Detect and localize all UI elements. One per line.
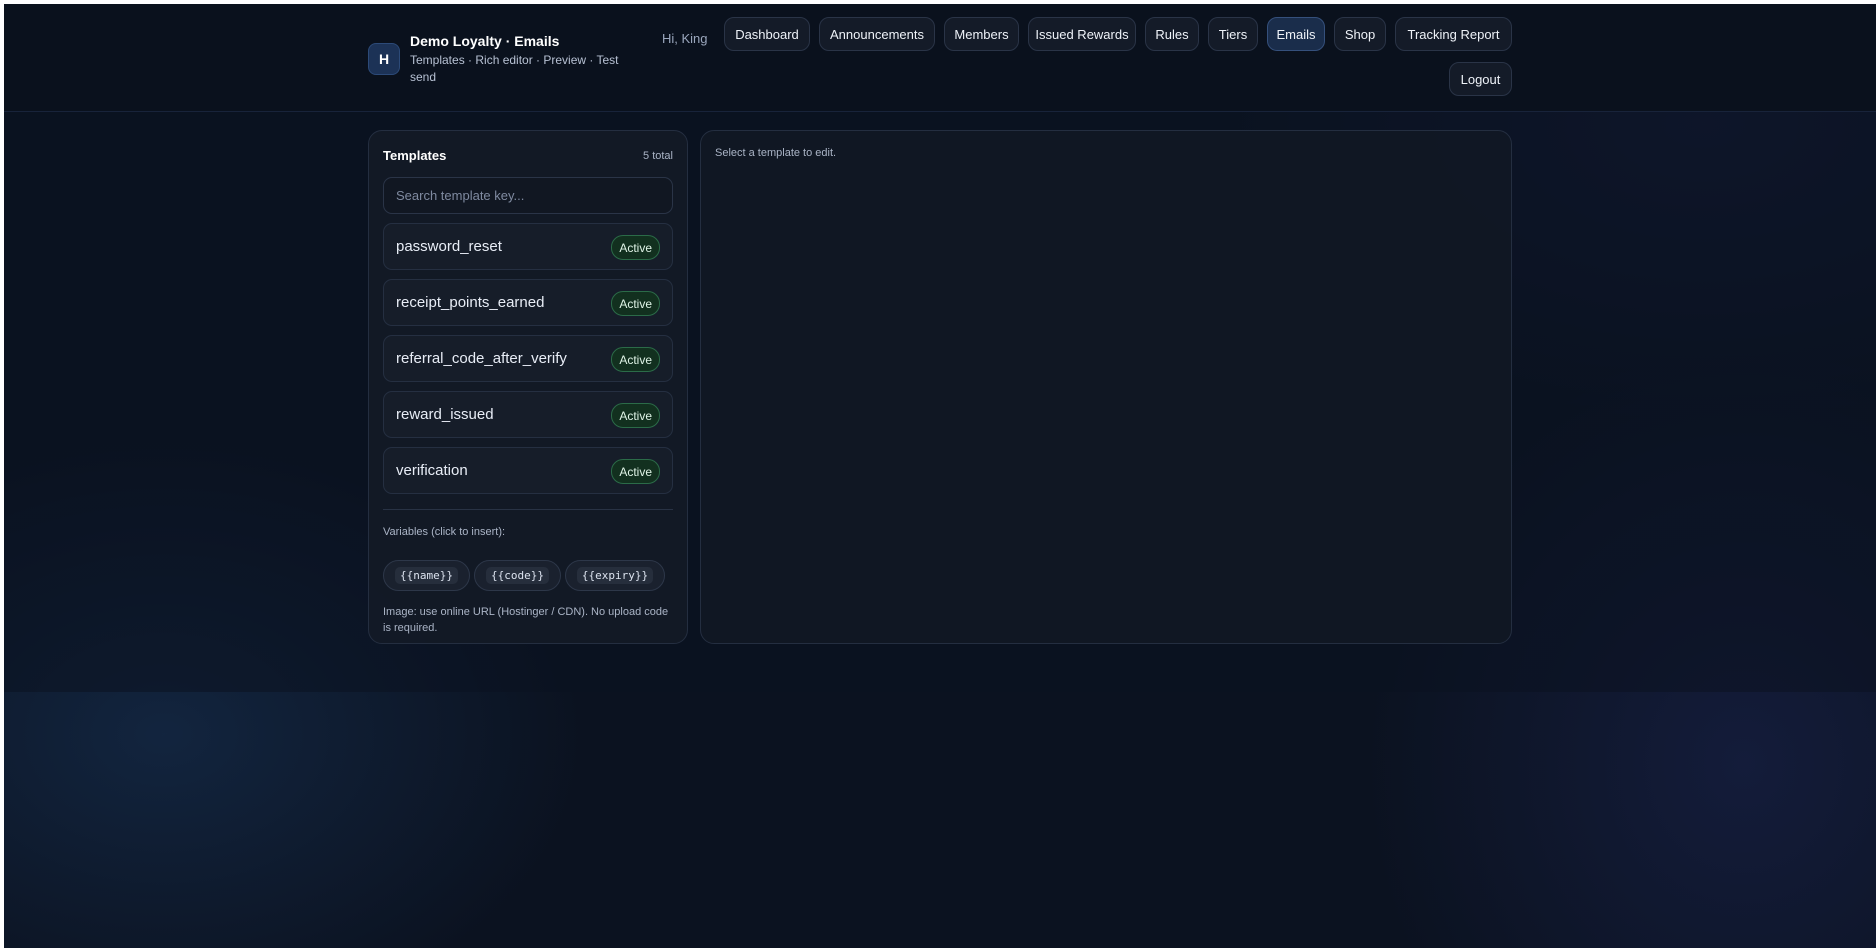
templates-panel: Templates 5 total password_reset Active … <box>368 130 688 644</box>
status-badge: Active <box>611 235 660 260</box>
page-title: Demo Loyalty · Emails <box>410 33 560 49</box>
page-subtitle: Templates · Rich editor · Preview · Test… <box>410 53 619 84</box>
nav-rules[interactable]: Rules <box>1145 17 1199 51</box>
template-item-receipt-points-earned[interactable]: receipt_points_earned Active <box>383 279 673 326</box>
status-badge: Active <box>611 347 660 372</box>
logo-icon: H <box>368 43 400 75</box>
template-key: reward_issued <box>396 406 494 423</box>
templates-header: Templates 5 total <box>383 148 673 166</box>
template-search-input[interactable] <box>383 177 673 214</box>
variable-token: {{code}} <box>486 567 549 584</box>
nav-tiers[interactable]: Tiers <box>1208 17 1258 51</box>
template-item-referral-code-after-verify[interactable]: referral_code_after_verify Active <box>383 335 673 382</box>
status-badge: Active <box>611 291 660 316</box>
status-badge: Active <box>611 459 660 484</box>
variable-chip-name[interactable]: {{name}} <box>383 560 470 591</box>
app-window: H Demo Loyalty · Emails Templates · Rich… <box>4 4 1876 948</box>
variables-label: Variables (click to insert): <box>383 526 506 538</box>
template-item-reward-issued[interactable]: reward_issued Active <box>383 391 673 438</box>
variable-token: {{expiry}} <box>576 567 654 584</box>
nav-tracking-report[interactable]: Tracking Report <box>1395 17 1512 51</box>
template-key: password_reset <box>396 238 502 255</box>
nav-emails[interactable]: Emails <box>1267 17 1325 51</box>
template-key: verification <box>396 462 468 479</box>
variable-chip-code[interactable]: {{code}} <box>474 560 561 591</box>
editor-empty-hint: Select a template to edit. <box>715 147 837 159</box>
nav-issued-rewards[interactable]: Issued Rewards <box>1028 17 1136 51</box>
template-key: referral_code_after_verify <box>396 350 567 367</box>
image-note: Image: use online URL (Hostinger / CDN).… <box>383 606 669 634</box>
variable-token: {{name}} <box>395 567 458 584</box>
divider <box>383 509 673 510</box>
editor-panel: Select a template to edit. <box>700 130 1512 644</box>
templates-count: 5 total <box>643 150 673 162</box>
template-key: receipt_points_earned <box>396 294 545 311</box>
template-item-verification[interactable]: verification Active <box>383 447 673 494</box>
brand: H Demo Loyalty · Emails Templates · Rich… <box>368 28 620 86</box>
nav-shop[interactable]: Shop <box>1334 17 1386 51</box>
nav-dashboard[interactable]: Dashboard <box>724 17 810 51</box>
status-badge: Active <box>611 403 660 428</box>
user-greeting: Hi, King <box>662 31 708 46</box>
top-bar: H Demo Loyalty · Emails Templates · Rich… <box>4 4 1876 112</box>
variable-chip-expiry[interactable]: {{expiry}} <box>565 560 665 591</box>
nav-members[interactable]: Members <box>944 17 1019 51</box>
brand-text: Demo Loyalty · Emails Templates · Rich e… <box>410 28 620 86</box>
nav-announcements[interactable]: Announcements <box>819 17 935 51</box>
templates-title: Templates <box>383 148 447 163</box>
template-item-password-reset[interactable]: password_reset Active <box>383 223 673 270</box>
logout-button[interactable]: Logout <box>1449 62 1512 96</box>
